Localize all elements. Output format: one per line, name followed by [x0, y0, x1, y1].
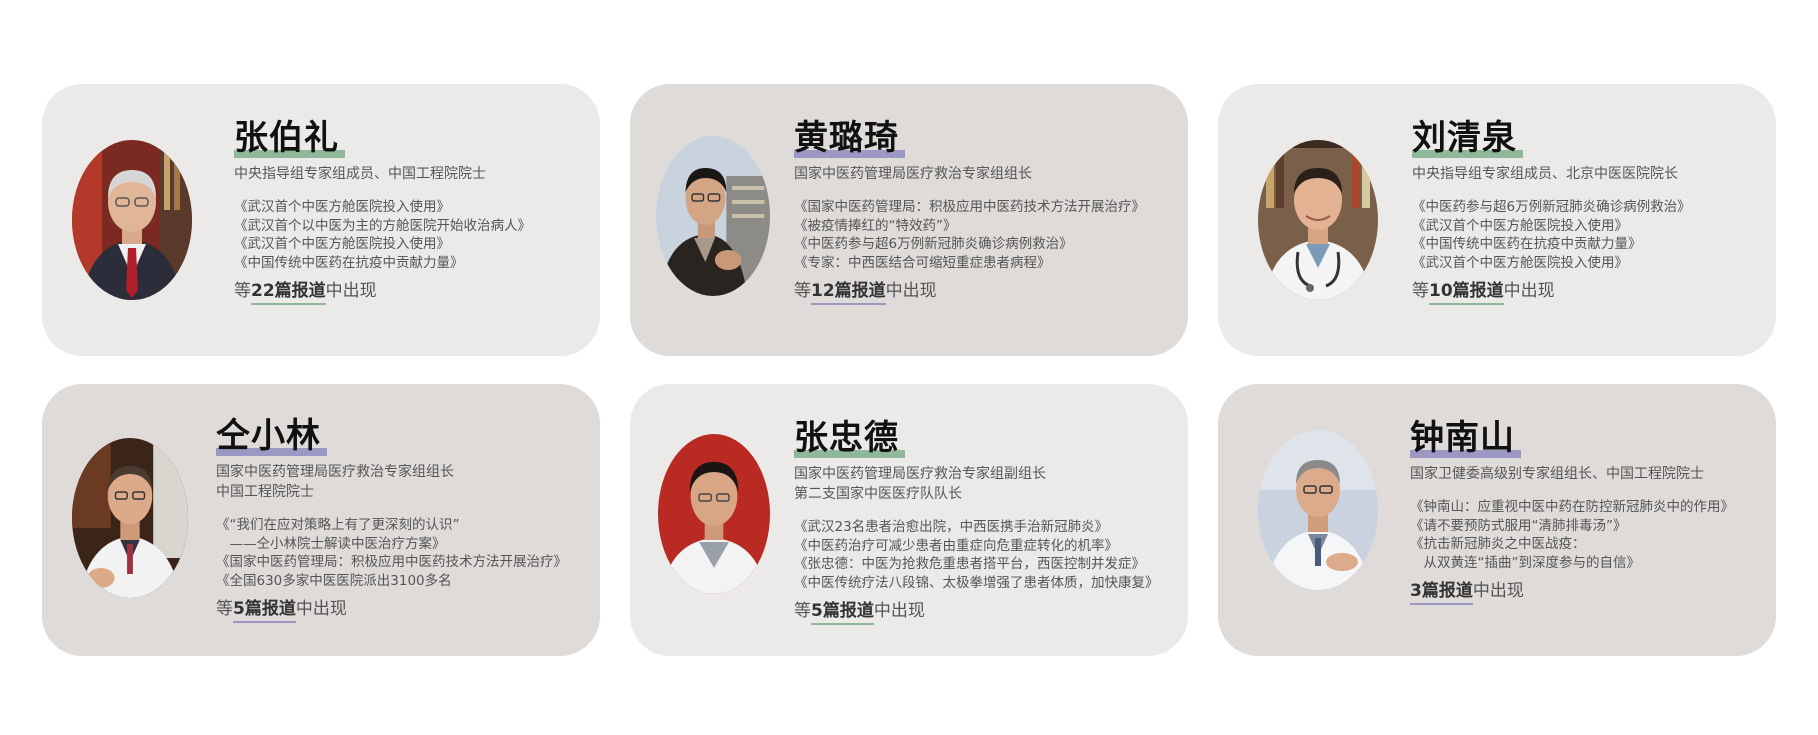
expert-portrait	[1258, 140, 1378, 300]
report-item: 《武汉首个中医方舱医院投入使用》	[234, 199, 450, 215]
report-item: 《国家中医药管理局：积极应用中医药技术方法开展治疗》	[216, 554, 567, 570]
report-item: 《“我们在应对策略上有了更深刻的认识”	[216, 517, 460, 533]
expert-card-huang-luqi: 黄璐琦 国家中医药管理局医疗救治专家组组长 《国家中医药管理局：积极应用中医药技…	[630, 84, 1188, 356]
expert-titles: 国家中医药管理局医疗救治专家组组长	[794, 164, 1180, 184]
footer-suffix: 中出现	[295, 599, 347, 619]
expert-card-zhang-boli: 张伯礼 中央指导组专家组成员、中国工程院院士 《武汉首个中医方舱医院投入使用》 …	[42, 84, 600, 356]
expert-titles: 中央指导组专家组成员、北京中医医院院长	[1412, 164, 1768, 184]
report-count-footer: 等10篇报道中出现	[1412, 279, 1768, 305]
report-item: 《中国传统中医药在抗疫中贡献力量》	[1412, 236, 1642, 252]
report-count-footer: 等22篇报道中出现	[234, 279, 592, 305]
report-count: 10篇报道	[1429, 281, 1504, 305]
report-item: 《中医传统疗法八段锦、太极拳增强了患者体质，加快康复》	[794, 574, 1159, 591]
expert-name: 钟南山	[1410, 418, 1521, 458]
expert-name: 黄璐琦	[794, 118, 905, 158]
expert-title: 中国工程院院士	[216, 484, 314, 500]
expert-title: 国家中医药管理局医疗救治专家组组长	[216, 464, 454, 480]
expert-titles: 国家中医药管理局医疗救治专家组副组长 第二支国家中医医疗队队长	[794, 464, 1180, 504]
expert-info: 钟南山 国家卫健委高级别专家组组长、中国工程院院士 《钟南山：应重视中医中药在防…	[1410, 416, 1768, 605]
expert-name: 张伯礼	[234, 118, 345, 158]
footer-suffix: 中出现	[1503, 281, 1555, 301]
report-count: 5篇报道	[233, 599, 296, 623]
report-item: 《抗击新冠肺炎之中医战疫：	[1410, 536, 1586, 552]
report-item: 《武汉首个中医方舱医院投入使用》	[1412, 254, 1628, 271]
report-item: 《中国传统中医药在抗疫中贡献力量》	[234, 254, 464, 271]
expert-info: 刘清泉 中央指导组专家组成员、北京中医医院院长 《中医药参与超6万例新冠肺炎确诊…	[1412, 116, 1768, 305]
report-count: 22篇报道	[251, 281, 326, 305]
expert-card-tong-xiaolin: 仝小林 国家中医药管理局医疗救治专家组组长 中国工程院院士 《“我们在应对策略上…	[42, 384, 600, 656]
expert-titles: 中央指导组专家组成员、中国工程院院士	[234, 164, 592, 184]
expert-info: 张伯礼 中央指导组专家组成员、中国工程院院士 《武汉首个中医方舱医院投入使用》 …	[234, 116, 592, 305]
expert-card-liu-qingquan: 刘清泉 中央指导组专家组成员、北京中医医院院长 《中医药参与超6万例新冠肺炎确诊…	[1218, 84, 1776, 356]
expert-info: 黄璐琦 国家中医药管理局医疗救治专家组组长 《国家中医药管理局：积极应用中医药技…	[794, 116, 1180, 305]
report-item: 《武汉23名患者治愈出院，中西医携手治新冠肺炎》	[794, 519, 1109, 535]
report-count: 12篇报道	[811, 281, 886, 305]
expert-title: 中央指导组专家组成员、中国工程院院士	[234, 166, 486, 182]
expert-name: 仝小林	[216, 416, 327, 456]
report-item: 《张忠德：中医为抢救危重患者搭平台，西医控制并发症》	[794, 556, 1145, 572]
report-count-footer: 等5篇报道中出现	[216, 597, 592, 623]
expert-name: 张忠德	[794, 418, 905, 458]
footer-prefix: 等	[794, 281, 811, 301]
report-count-footer: 3篇报道中出现	[1410, 579, 1768, 605]
report-item: 《武汉首个中医方舱医院投入使用》	[1412, 217, 1628, 234]
expert-title: 中央指导组专家组成员、北京中医医院院长	[1412, 166, 1678, 182]
expert-title: 国家中医药管理局医疗救治专家组组长	[794, 166, 1032, 182]
expert-portrait	[658, 434, 770, 594]
expert-info: 仝小林 国家中医药管理局医疗救治专家组组长 中国工程院院士 《“我们在应对策略上…	[216, 414, 592, 623]
report-item: 《被疫情捧红的“特效药”》	[794, 217, 957, 234]
report-item: ——仝小林院士解读中医治疗方案》	[216, 535, 446, 552]
report-item: 《全国630多家中医医院派出3100多名	[216, 572, 452, 589]
report-item: 《中医药参与超6万例新冠肺炎确诊病例救治》	[1412, 199, 1691, 215]
report-count: 5篇报道	[811, 601, 874, 625]
expert-titles: 国家中医药管理局医疗救治专家组组长 中国工程院院士	[216, 462, 592, 502]
expert-name: 刘清泉	[1412, 118, 1523, 158]
expert-card-zhang-zhongde: 张忠德 国家中医药管理局医疗救治专家组副组长 第二支国家中医医疗队队长 《武汉2…	[630, 384, 1188, 656]
expert-title: 国家卫健委高级别专家组组长、中国工程院院士	[1410, 466, 1704, 482]
expert-titles: 国家卫健委高级别专家组组长、中国工程院院士	[1410, 464, 1768, 484]
report-item: 从双黄连“插曲”到深度参与的自信》	[1410, 554, 1640, 571]
expert-title: 第二支国家中医医疗队队长	[794, 486, 962, 502]
footer-prefix: 等	[1412, 281, 1429, 301]
report-count: 3篇报道	[1410, 581, 1473, 605]
footer-prefix: 等	[794, 601, 811, 621]
footer-suffix: 中出现	[325, 281, 377, 301]
report-item: 《国家中医药管理局：积极应用中医药技术方法开展治疗》	[794, 199, 1145, 215]
report-item: 《武汉首个中医方舱医院投入使用》	[234, 236, 450, 252]
expert-portrait	[1258, 430, 1378, 590]
expert-title: 国家中医药管理局医疗救治专家组副组长	[794, 466, 1046, 482]
footer-prefix: 等	[234, 281, 251, 301]
footer-suffix: 中出现	[885, 281, 937, 301]
expert-portrait	[656, 136, 770, 296]
expert-card-zhong-nanshan: 钟南山 国家卫健委高级别专家组组长、中国工程院院士 《钟南山：应重视中医中药在防…	[1218, 384, 1776, 656]
report-item: 《请不要预防式服用“清肺排毒汤”》	[1410, 517, 1627, 534]
report-item: 《武汉首个以中医为主的方舱医院开始收治病人》	[234, 217, 531, 234]
expert-portrait	[72, 438, 188, 598]
report-item: 《专家：中西医结合可缩短重症患者病程》	[794, 254, 1051, 271]
report-count-footer: 等5篇报道中出现	[794, 599, 1180, 625]
report-item: 《中医药参与超6万例新冠肺炎确诊病例救治》	[794, 236, 1073, 252]
expert-portrait	[72, 140, 192, 300]
footer-suffix: 中出现	[873, 601, 925, 621]
report-item: 《中医药治疗可减少患者由重症向危重症转化的机率》	[794, 537, 1118, 554]
expert-info: 张忠德 国家中医药管理局医疗救治专家组副组长 第二支国家中医医疗队队长 《武汉2…	[794, 416, 1180, 625]
report-item: 《钟南山：应重视中医中药在防控新冠肺炎中的作用》	[1410, 499, 1734, 515]
footer-suffix: 中出现	[1472, 581, 1524, 601]
footer-prefix: 等	[216, 599, 233, 619]
report-count-footer: 等12篇报道中出现	[794, 279, 1180, 305]
